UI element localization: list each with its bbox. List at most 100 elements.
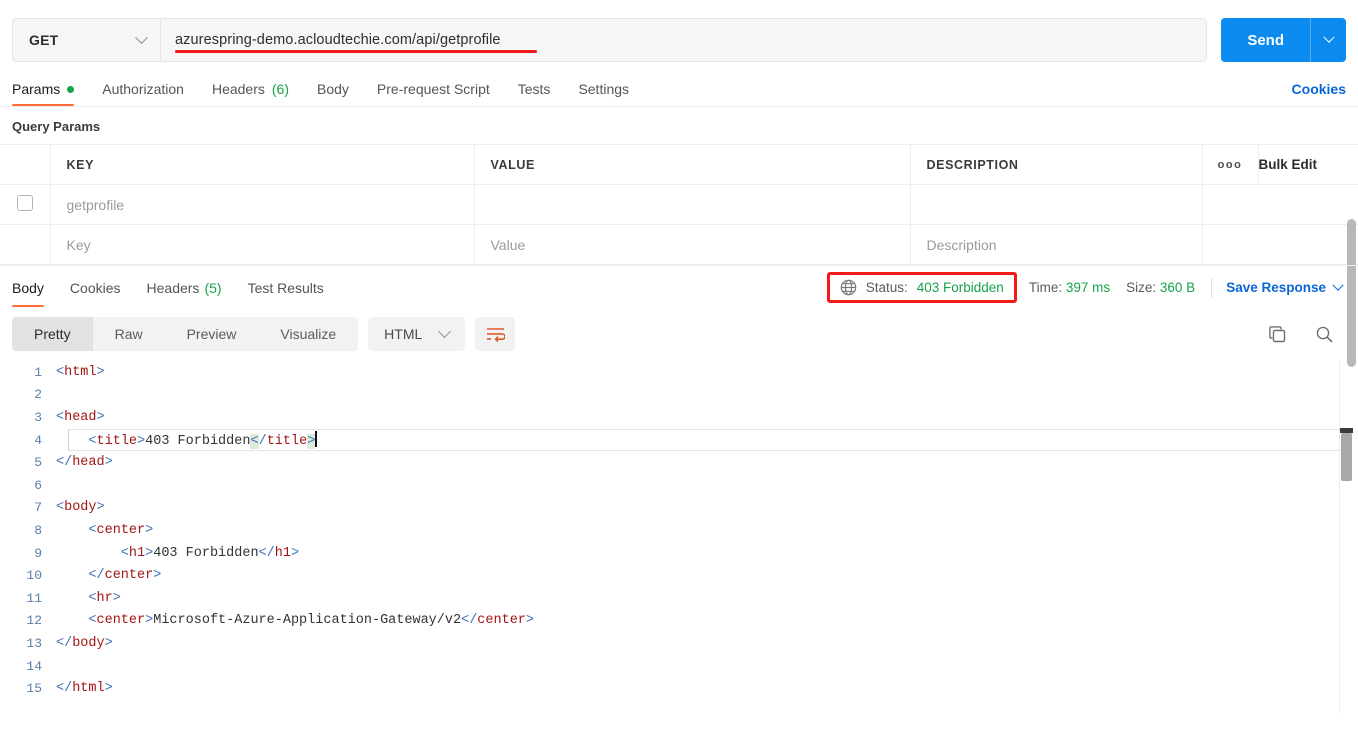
code-text: </body> [56,636,113,651]
row-description[interactable] [910,184,1203,225]
bulk-edit-button[interactable]: Bulk Edit [1258,144,1358,185]
response-body-toolbar: Pretty Raw Preview Visualize HTML [0,309,1358,361]
tab-headers-label: Headers [211,81,265,97]
code-line[interactable]: 11 <hr> [0,587,1358,610]
code-text: <hr> [56,590,120,606]
code-text: <head> [56,410,105,425]
row-key[interactable]: getprofile [50,184,475,225]
send-options-button[interactable] [1310,18,1346,62]
code-editor-scrollbar[interactable] [1340,428,1353,481]
code-token: </ [56,681,73,697]
code-token: < [88,590,97,606]
copy-icon[interactable] [1268,325,1287,344]
view-mode-visualize[interactable]: Visualize [258,317,358,351]
code-line[interactable]: 4 <title>403 Forbidden</title> [0,428,1358,452]
response-tab-test-results[interactable]: Test Results [235,268,337,307]
send-group: Send [1221,18,1346,62]
code-line[interactable]: 2 [0,384,1358,407]
code-token: hr [96,590,113,606]
tab-params-label: Params [12,81,61,97]
code-line[interactable]: 5 </head> [0,451,1358,474]
code-text: <body> [56,500,105,515]
response-tab-headers[interactable]: Headers (5) [134,268,235,307]
tab-pre-request-script[interactable]: Pre-request Script [363,81,504,106]
code-token: > [96,364,105,380]
search-icon[interactable] [1315,325,1334,344]
tab-headers[interactable]: Headers (6) [198,81,303,106]
table-row[interactable]: Key Value Description [0,224,1358,265]
code-token: < [88,434,97,450]
code-line[interactable]: 15 </html> [0,677,1358,700]
tab-body[interactable]: Body [303,81,363,106]
view-mode-pretty[interactable]: Pretty [12,317,93,351]
code-token: html [72,681,105,697]
row-checkbox-cell [0,184,51,225]
tab-tests-label: Tests [517,81,551,97]
code-line[interactable]: 12 <center>Microsoft-Azure-Application-G… [0,610,1358,633]
wrap-text-button[interactable] [475,317,516,351]
code-token: head [64,409,97,425]
request-tabs: Params Authorization Headers (6) Body Pr… [0,68,1358,106]
code-line[interactable]: 13 </body> [0,632,1358,655]
query-params-title: Query Params [12,119,101,134]
code-token: < [56,364,65,380]
line-number: 1 [34,364,42,380]
tab-authorization[interactable]: Authorization [88,81,198,106]
tab-settings[interactable]: Settings [564,81,643,106]
code-token: head [72,455,105,471]
line-number: 6 [34,477,42,493]
code-line[interactable]: 7 <body> [0,497,1358,520]
cookies-link[interactable]: Cookies [1292,81,1346,106]
code-token: < [250,434,259,450]
chevron-down-icon [1322,31,1335,43]
table-row[interactable]: getprofile [0,184,1358,225]
tab-tests[interactable]: Tests [504,81,565,106]
row-value[interactable] [474,184,911,225]
more-options-icon[interactable]: ooo [1202,144,1259,185]
response-tab-body[interactable]: Body [12,268,57,307]
code-token: > [137,434,146,450]
code-line[interactable]: 9 <h1>403 Forbidden</h1> [0,542,1358,565]
response-format-label: HTML [384,326,423,342]
line-number: 3 [34,409,42,425]
placeholder-key[interactable]: Key [50,224,475,265]
code-line[interactable]: 3 <head> [0,406,1358,429]
tab-params[interactable]: Params [12,81,88,106]
placeholder-value[interactable]: Value [474,224,911,265]
view-mode-raw[interactable]: Raw [93,317,165,351]
code-token: </ [56,455,73,471]
save-response-button[interactable]: Save Response [1226,279,1346,295]
row-checkbox[interactable] [16,195,33,211]
response-format-select[interactable]: HTML [368,317,466,351]
code-line[interactable]: 14 [0,655,1358,678]
code-token: body [64,500,97,516]
line-number: 11 [26,590,42,606]
code-token: < [88,522,97,538]
view-mode-preview[interactable]: Preview [165,317,259,351]
response-tab-headers-label: Headers [146,280,200,296]
url-annotation-underline [175,50,537,53]
code-line[interactable]: 1 <html> [0,361,1358,384]
code-line[interactable]: 10 </center> [0,564,1358,587]
response-body-code-editor[interactable]: 1 <html> 2 3 <head> 4 <title>403 Forbidden</t… [0,361,1358,713]
response-tab-cookies[interactable]: Cookies [57,268,134,307]
url-input[interactable]: azurespring-demo.acloudtechie.com/api/ge… [161,19,1206,61]
code-text: <h1>403 Forbidden</h1> [56,546,299,561]
placeholder-checkbox-cell [0,224,51,265]
body-toolbar-actions [1268,325,1346,344]
code-token: > [153,568,162,584]
code-token: > [96,500,105,516]
code-line[interactable]: 8 <center> [0,519,1358,542]
code-token: 403 Forbidden [145,434,251,450]
send-button[interactable]: Send [1221,18,1310,62]
globe-icon [840,279,857,296]
http-method-select[interactable]: GET [13,19,161,61]
placeholder-description[interactable]: Description [910,224,1203,265]
http-method-label: GET [29,32,59,48]
header-checkbox-cell [0,144,51,185]
code-line[interactable]: 6 [0,474,1358,497]
